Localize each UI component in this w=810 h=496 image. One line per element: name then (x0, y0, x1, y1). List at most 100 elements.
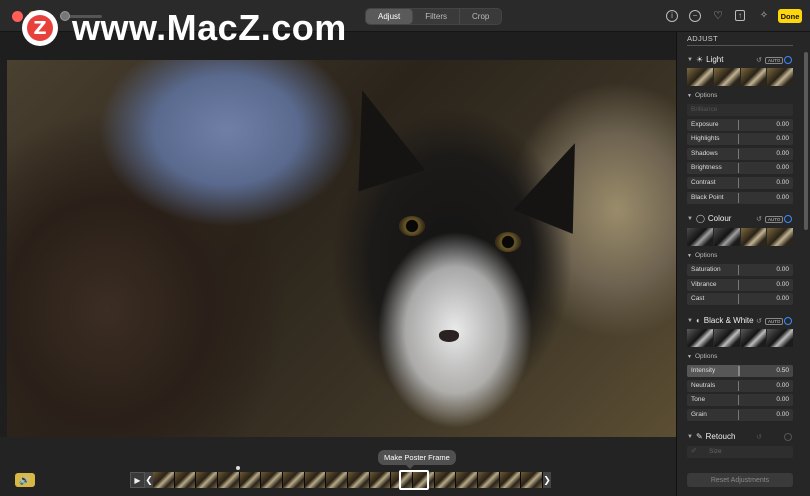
heart-icon[interactable]: ♡ (712, 10, 724, 22)
photo-cat-nose (439, 330, 459, 342)
speaker-icon[interactable]: 🔊 (15, 473, 35, 487)
cat-photo-viewer[interactable] (7, 60, 676, 437)
video-frame-thumbnail[interactable] (456, 472, 479, 488)
light-brightness-slider[interactable]: Brightness 0.00 (687, 162, 793, 175)
video-frame-thumbnail[interactable] (283, 472, 305, 488)
video-frame-thumbnail[interactable] (196, 472, 219, 488)
retouch-title: Retouch (705, 432, 736, 441)
colour-thumbnails[interactable] (687, 228, 793, 246)
retouch-toggle[interactable] (784, 433, 792, 441)
chevron-down-icon: ▼ (687, 253, 692, 259)
colour-options-toggle[interactable]: ▼ Options (687, 252, 717, 259)
video-frame-thumbnail[interactable] (218, 472, 240, 488)
video-frame-thumbnail[interactable] (348, 472, 370, 488)
undo-icon[interactable]: ↺ (756, 433, 762, 441)
slider-value: 0.00 (776, 178, 789, 186)
make-poster-frame-tooltip[interactable]: Make Poster Frame (378, 450, 456, 469)
video-frame-thumbnail[interactable] (478, 472, 500, 488)
video-frame-thumbnail[interactable] (521, 472, 543, 488)
slider-value: 0.00 (776, 381, 789, 389)
chevron-down-icon: ▼ (687, 93, 692, 99)
slider-center-mark (738, 395, 739, 406)
bw-neutrals-slider[interactable]: Neutrals 0.00 (687, 379, 793, 392)
retouch-size-slider[interactable]: ✐ Size (687, 446, 793, 458)
video-frame-thumbnail[interactable] (304, 472, 327, 488)
chevron-down-icon: ▼ (687, 215, 693, 222)
slider-center-mark (738, 148, 739, 159)
chevron-down-icon: ▼ (687, 354, 692, 360)
bw-toggle[interactable] (784, 317, 792, 325)
bw-tone-slider[interactable]: Tone 0.00 (687, 394, 793, 407)
play-button[interactable]: ▶ (130, 472, 145, 488)
bw-options-label: Options (694, 353, 718, 360)
video-frame-thumbnail[interactable] (174, 472, 197, 488)
bw-intensity-slider[interactable]: Intensity 0.50 (687, 365, 793, 377)
brilliance-slider: Brilliance (687, 104, 793, 116)
video-frame-thumbnail[interactable] (434, 472, 457, 488)
light-options-toggle[interactable]: ▼ Options (687, 92, 717, 99)
video-frame-thumbnail[interactable] (326, 472, 349, 488)
light-highlights-slider[interactable]: Highlights 0.00 (687, 133, 793, 146)
edit-mode-segmented-control: Adjust Filters Crop (365, 8, 503, 25)
bandage-icon: ✎ (695, 432, 703, 441)
bw-auto-button[interactable]: AUTO (765, 318, 784, 325)
watermark-logo-letter: Z (27, 15, 53, 41)
video-frame-thumbnail[interactable] (369, 472, 392, 488)
slider-value: 0.00 (776, 149, 789, 157)
light-section-header[interactable]: ▼ ☀ Light (687, 55, 723, 64)
video-frame-thumbnail[interactable] (239, 472, 262, 488)
bw-section-header[interactable]: ▼ ◐ Black & White (687, 316, 754, 325)
video-frame-strip[interactable] (153, 472, 543, 488)
light-contrast-slider[interactable]: Contrast 0.00 (687, 176, 793, 189)
light-black-point-slider[interactable]: Black Point 0.00 (687, 191, 793, 204)
magic-wand-icon[interactable]: ✧ (758, 10, 770, 22)
light-shadows-slider[interactable]: Shadows 0.00 (687, 147, 793, 160)
chevron-down-icon: ▼ (687, 317, 693, 324)
video-frame-thumbnail[interactable] (261, 472, 284, 488)
info-icon[interactable]: i (666, 10, 678, 22)
slider-center-mark (738, 279, 739, 290)
colour-auto-button[interactable]: AUTO (765, 216, 784, 223)
colour-vibrance-slider[interactable]: Vibrance 0.00 (687, 278, 793, 291)
light-toggle[interactable] (784, 56, 792, 64)
slider-value: 0.00 (776, 164, 789, 172)
tab-crop[interactable]: Crop (460, 9, 501, 24)
minus-circle-icon[interactable]: − (689, 10, 701, 22)
undo-icon[interactable]: ↺ (756, 317, 762, 325)
tab-adjust[interactable]: Adjust (366, 9, 414, 24)
bw-title: Black & White (703, 316, 754, 325)
share-icon[interactable]: ↑ (735, 10, 745, 21)
video-frame-thumbnail[interactable] (499, 472, 522, 488)
slider-label: Tone (691, 396, 706, 404)
done-button[interactable]: Done (778, 9, 802, 23)
light-options-label: Options (694, 92, 718, 99)
bw-options-toggle[interactable]: ▼ Options (687, 353, 717, 360)
slider-value: 0.00 (776, 193, 789, 201)
light-auto-button[interactable]: AUTO (765, 57, 784, 64)
colour-toggle[interactable] (784, 215, 792, 223)
light-exposure-slider[interactable]: Exposure 0.00 (687, 118, 793, 131)
trim-end-handle[interactable]: ❯ (543, 472, 551, 488)
slider-center-mark (738, 366, 740, 376)
bw-thumbnails[interactable] (687, 329, 793, 347)
video-frame-thumbnail[interactable] (153, 472, 175, 488)
trim-start-handle[interactable]: ❮ (145, 472, 153, 488)
reset-adjustments-button[interactable]: Reset Adjustments (687, 473, 793, 487)
undo-icon[interactable]: ↺ (756, 56, 762, 64)
bw-grain-slider[interactable]: Grain 0.00 (687, 408, 793, 421)
playhead[interactable] (399, 470, 429, 490)
colour-cast-slider[interactable]: Cast 0.00 (687, 293, 793, 306)
tab-filters[interactable]: Filters (413, 9, 461, 24)
photo-cat-eye-left (399, 216, 425, 236)
slider-label: Brightness (691, 164, 722, 172)
light-title: Light (706, 55, 724, 64)
slider-label: Shadows (691, 149, 718, 157)
sidebar-scrollbar[interactable] (804, 52, 808, 230)
light-thumbnails[interactable] (687, 68, 793, 86)
colour-saturation-slider[interactable]: Saturation 0.00 (687, 264, 793, 276)
half-circle-icon: ◐ (695, 316, 701, 325)
retouch-section-header[interactable]: ▼ ✎ Retouch (687, 432, 735, 441)
undo-icon[interactable]: ↺ (756, 215, 762, 223)
slider-center-mark (738, 134, 739, 145)
colour-section-header[interactable]: ▼ ◯ Colour (687, 214, 731, 223)
